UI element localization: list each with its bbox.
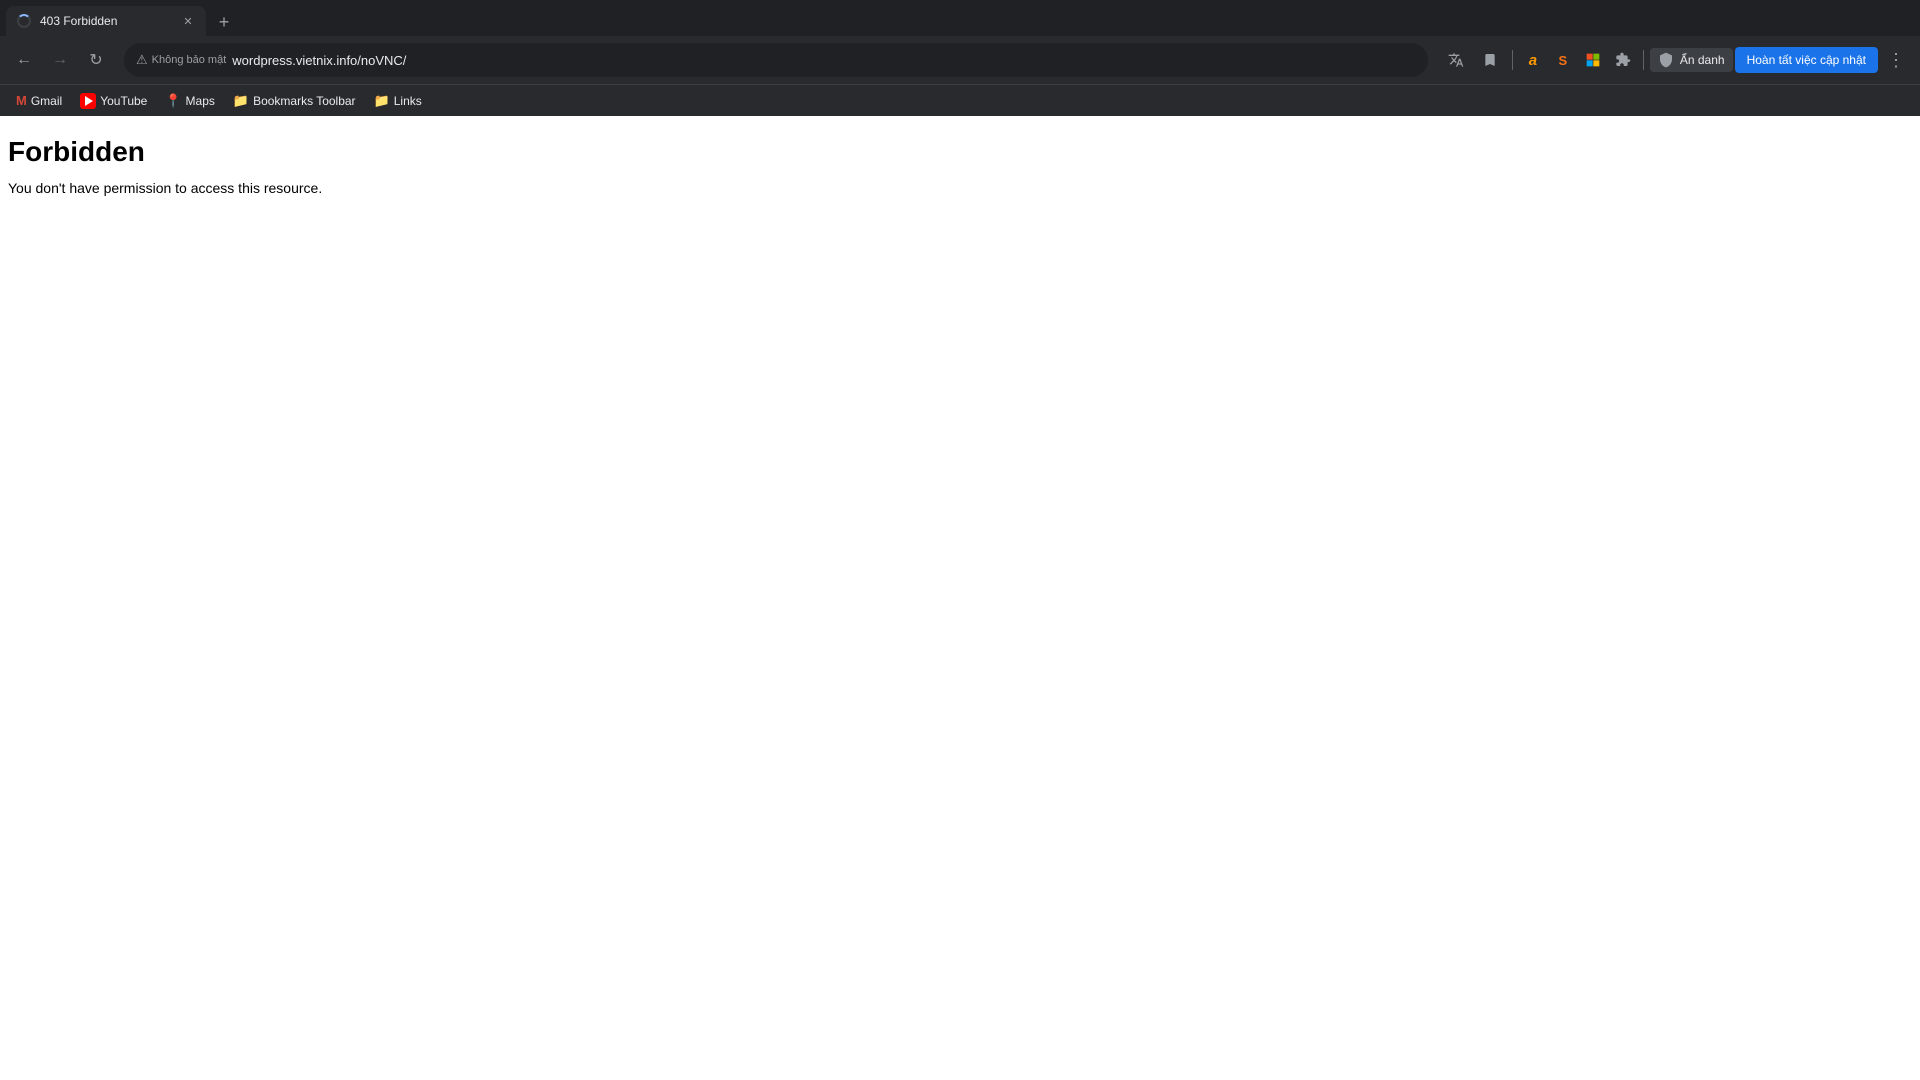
- separator: [1512, 50, 1513, 70]
- bookmark-maps-label: Maps: [186, 94, 215, 108]
- microsoft-extension-button[interactable]: [1579, 46, 1607, 74]
- page-description: You don't have permission to access this…: [8, 180, 1912, 196]
- similarweb-extension-button[interactable]: S: [1549, 46, 1577, 74]
- bookmark-gmail[interactable]: M Gmail: [8, 89, 70, 112]
- bookmark-maps[interactable]: 📍 Maps: [157, 89, 223, 113]
- bookmarks-bar: M Gmail YouTube 📍 Maps 📁 Bookmarks Toolb…: [0, 84, 1920, 116]
- bookmark-bookmarks-toolbar[interactable]: 📁 Bookmarks Toolbar: [225, 89, 364, 113]
- amazon-extension-button[interactable]: a: [1519, 46, 1547, 74]
- extensions-menu-button[interactable]: [1609, 46, 1637, 74]
- folder-icon: 📁: [233, 93, 249, 109]
- security-indicator: ⚠ Không bảo mật: [136, 52, 226, 68]
- active-tab[interactable]: 403 Forbidden ✕: [6, 6, 206, 36]
- lock-icon: ⚠: [136, 52, 148, 68]
- tab-title: 403 Forbidden: [40, 14, 174, 28]
- incognito-label: Ẩn danh: [1680, 53, 1725, 67]
- tab-favicon: [16, 13, 32, 29]
- links-folder-icon: 📁: [374, 93, 390, 109]
- bookmark-links-label: Links: [394, 94, 422, 108]
- bookmark-links[interactable]: 📁 Links: [366, 89, 430, 113]
- forward-button[interactable]: →: [44, 44, 76, 76]
- page-content: Forbidden You don't have permission to a…: [0, 116, 1920, 1080]
- youtube-icon: [80, 93, 96, 109]
- separator-2: [1643, 50, 1644, 70]
- nav-bar: ← → ↻ ⚠ Không bảo mật wordpress.vietnix.…: [0, 36, 1920, 84]
- page-title: Forbidden: [8, 136, 1912, 168]
- maps-icon: 📍: [165, 93, 181, 109]
- incognito-profile-button[interactable]: Ẩn danh: [1650, 48, 1733, 72]
- address-bar[interactable]: ⚠ Không bảo mật wordpress.vietnix.info/n…: [124, 43, 1428, 77]
- bookmark-youtube-label: YouTube: [100, 94, 147, 108]
- loading-spinner-icon: [17, 14, 31, 28]
- translate-button[interactable]: [1440, 44, 1472, 76]
- new-tab-button[interactable]: +: [210, 8, 238, 36]
- bookmark-youtube[interactable]: YouTube: [72, 89, 155, 113]
- tab-close-button[interactable]: ✕: [180, 13, 196, 29]
- gmail-icon: M: [16, 93, 27, 108]
- security-label: Không bảo mật: [152, 54, 227, 66]
- browser-menu-button[interactable]: ⋮: [1880, 44, 1912, 76]
- bookmark-gmail-label: Gmail: [31, 94, 62, 108]
- update-button[interactable]: Hoàn tất việc cập nhật: [1735, 47, 1878, 73]
- tab-bar: 403 Forbidden ✕ +: [0, 0, 1920, 36]
- back-button[interactable]: ←: [8, 44, 40, 76]
- reload-button[interactable]: ↻: [80, 44, 112, 76]
- youtube-logo-icon: [80, 93, 96, 109]
- url-display: wordpress.vietnix.info/noVNC/: [232, 53, 1416, 68]
- bookmark-toolbar-label: Bookmarks Toolbar: [253, 94, 356, 108]
- browser-chrome: 403 Forbidden ✕ + ← → ↻ ⚠ Không bảo mật …: [0, 0, 1920, 116]
- bookmark-star-button[interactable]: [1474, 44, 1506, 76]
- nav-right-buttons: a S Ẩn danh: [1440, 44, 1912, 76]
